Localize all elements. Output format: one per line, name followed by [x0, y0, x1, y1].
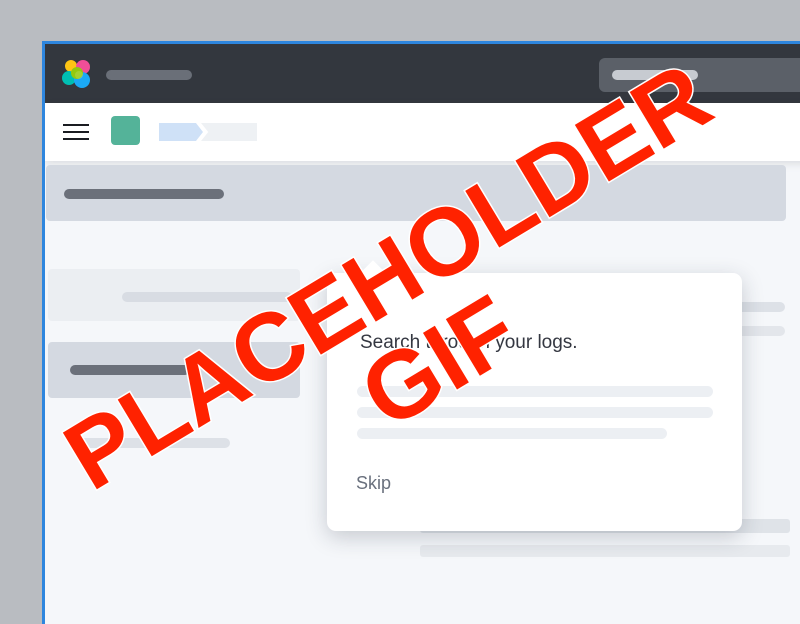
- hamburger-menu-icon[interactable]: [63, 124, 91, 144]
- content-title-placeholder: [70, 365, 190, 375]
- tour-message: Search through your logs.: [360, 332, 578, 353]
- nav-bar: [45, 103, 800, 161]
- tour-text-placeholder: [357, 386, 713, 397]
- app-title-placeholder: [106, 70, 192, 80]
- tour-popover: Search through your logs. Skip: [327, 260, 742, 531]
- search-input[interactable]: [599, 58, 800, 92]
- breadcrumb-active[interactable]: [159, 123, 203, 141]
- tour-text-placeholder: [357, 428, 667, 439]
- breadcrumb-next[interactable]: [201, 123, 257, 141]
- page-title-placeholder: [64, 189, 224, 199]
- elastic-logo-icon[interactable]: [59, 56, 95, 92]
- space-avatar[interactable]: [111, 116, 140, 145]
- top-header: [45, 44, 800, 103]
- tour-text-placeholder: [357, 407, 713, 418]
- search-placeholder-bar: [612, 70, 698, 80]
- content-line-placeholder: [70, 438, 230, 448]
- skip-button[interactable]: Skip: [356, 473, 391, 494]
- content-line-placeholder: [420, 545, 790, 557]
- content-line-placeholder: [122, 292, 292, 302]
